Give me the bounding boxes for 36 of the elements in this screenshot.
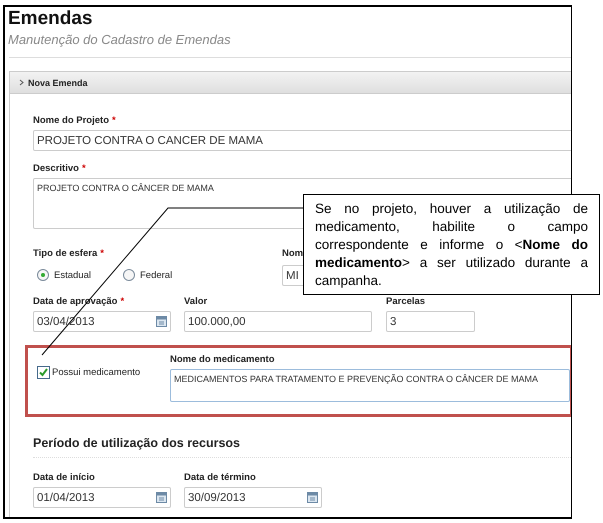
checkbox[interactable] xyxy=(37,366,50,378)
section-title: Período de utilização dos recursos xyxy=(33,436,242,450)
chevron-icon xyxy=(19,79,24,86)
page-subtitle: Manutenção do Cadastro de Emendas xyxy=(8,32,232,47)
radio-button[interactable] xyxy=(122,269,135,281)
field-label: Nom xyxy=(282,248,304,259)
checkbox-label: Possui medicamento xyxy=(52,366,140,378)
required-mark: * xyxy=(100,248,104,259)
radio-label: Federal xyxy=(140,270,172,280)
field-label: Nome do Projeto xyxy=(33,115,110,126)
date-field[interactable]: 30/09/2013 xyxy=(184,487,322,508)
date-field[interactable]: 01/04/2013 xyxy=(33,487,171,508)
calendar-icon xyxy=(307,492,318,503)
text-field[interactable]: MI xyxy=(282,265,305,286)
panel-title: Nova Emenda xyxy=(28,78,88,88)
panel-header[interactable]: Nova Emenda xyxy=(10,72,571,94)
required-mark: * xyxy=(82,163,86,174)
callout-tooltip: Se no projeto, houver a utilização de medicamento, habilite o campo correspondente e informe o <Nome do medicamento> a ser utilizado durante a campanha. xyxy=(303,194,600,295)
radio-label: Estadual xyxy=(54,270,91,280)
calendar-icon xyxy=(156,316,167,327)
radio-button[interactable] xyxy=(37,269,49,281)
text-field[interactable]: 100.000,00 xyxy=(184,311,372,332)
field-label: Parcelas xyxy=(386,296,426,307)
field-label: Nome do medicamento xyxy=(170,354,275,365)
field-label: Data de término xyxy=(184,472,256,483)
field-label: Tipo de esfera xyxy=(33,248,98,259)
required-mark: * xyxy=(120,296,124,307)
text-field[interactable]: 3 xyxy=(386,311,475,332)
field-label: Data de início xyxy=(33,472,95,483)
field-label: Descritivo xyxy=(33,163,79,174)
text-field[interactable]: PROJETO CONTRA O CANCER DE MAMA xyxy=(33,130,571,151)
text-area[interactable]: MEDICAMENTOS PARA TRATAMENTO E PREVENÇÃO CONTRA O CÂNCER DE MAMA xyxy=(170,369,570,402)
page-title: Emendas xyxy=(8,8,94,30)
required-mark: * xyxy=(112,115,116,126)
calendar-icon xyxy=(156,492,167,503)
field-label: Valor xyxy=(184,296,208,307)
